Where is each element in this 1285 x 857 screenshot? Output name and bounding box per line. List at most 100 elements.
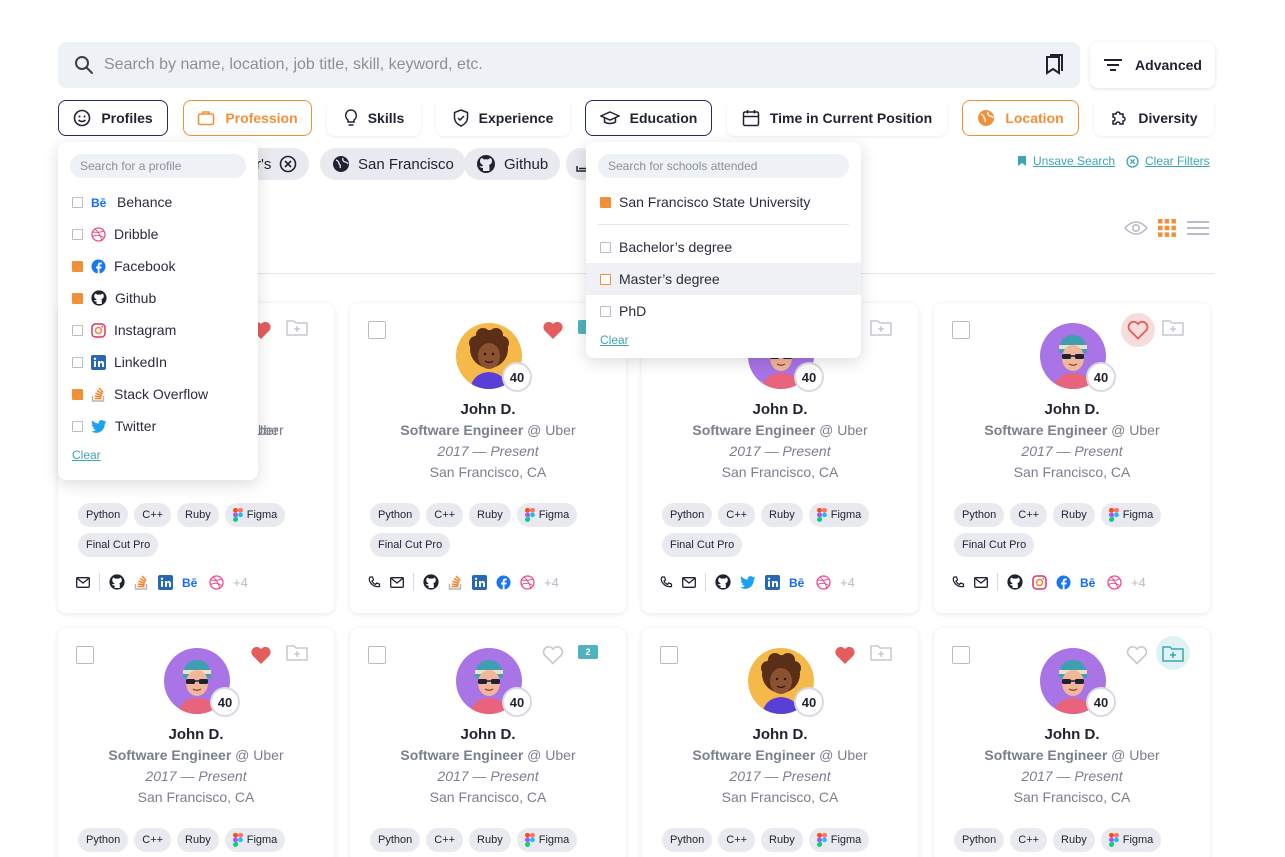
checkbox[interactable] — [72, 420, 83, 432]
advanced-button[interactable]: Advanced — [1090, 42, 1215, 88]
select-checkbox[interactable] — [368, 646, 386, 664]
facebook-icon[interactable] — [496, 575, 511, 590]
facebook-icon[interactable] — [1056, 575, 1071, 590]
add-to-folder-icon[interactable] — [1156, 636, 1190, 670]
github-icon[interactable] — [1007, 574, 1023, 590]
favorite-heart-icon[interactable] — [540, 642, 566, 668]
add-to-folder-icon[interactable] — [286, 644, 308, 661]
education-clear-link[interactable]: Clear — [586, 327, 861, 359]
checkbox[interactable] — [72, 324, 83, 336]
grid-view-icon[interactable] — [1158, 219, 1176, 237]
school-search-field[interactable] — [598, 154, 849, 178]
favorite-heart-icon[interactable] — [1124, 642, 1150, 668]
degree-option-bachelors[interactable]: Bachelor’s degree — [586, 231, 861, 263]
select-checkbox[interactable] — [952, 646, 970, 664]
folder-count-badge[interactable]: 2 — [578, 645, 598, 659]
profile-option[interactable]: Github — [58, 282, 258, 314]
select-checkbox[interactable] — [368, 321, 386, 339]
profile-search-field[interactable] — [70, 154, 246, 178]
favorite-heart-icon[interactable] — [1121, 313, 1155, 347]
behance-icon[interactable]: Bē — [182, 576, 200, 589]
checkbox[interactable] — [72, 196, 83, 208]
stack-overflow-icon[interactable] — [448, 574, 463, 590]
behance-icon[interactable]: Bē — [789, 576, 807, 589]
profile-option[interactable]: Instagram — [58, 314, 258, 346]
more-profiles-count[interactable]: +4 — [1131, 575, 1146, 590]
candidate-card[interactable]: 240John D.Software Engineer @ Uber2017 —… — [350, 628, 626, 857]
favorite-heart-icon[interactable] — [248, 642, 274, 668]
candidate-name[interactable]: John D. — [642, 726, 918, 743]
profile-search-input[interactable] — [80, 159, 236, 173]
mail-icon[interactable] — [390, 576, 404, 588]
select-checkbox[interactable] — [952, 321, 970, 339]
profile-option[interactable]: Stack Overflow — [58, 378, 258, 410]
checkbox[interactable] — [600, 305, 611, 317]
candidate-card[interactable]: 40 John D. Software Engineer @ Uber 2017 — … — [934, 628, 1210, 857]
mail-icon[interactable] — [682, 576, 696, 588]
profile-option[interactable]: Dribble — [58, 218, 258, 250]
checkbox[interactable] — [72, 292, 83, 304]
select-checkbox[interactable] — [660, 646, 678, 664]
behance-icon[interactable]: Bē — [1080, 576, 1098, 589]
dribbble-icon[interactable] — [816, 574, 831, 590]
chip-github[interactable]: Github — [464, 148, 561, 180]
favorite-heart-icon[interactable] — [832, 642, 858, 668]
search-bar[interactable] — [58, 42, 1080, 88]
filter-skills[interactable]: Skills — [327, 100, 421, 136]
linkedin-icon[interactable] — [158, 574, 173, 590]
candidate-card[interactable]: 240John D.Software Engineer @ Uber2017 —… — [350, 303, 626, 613]
profile-option[interactable]: LinkedIn — [58, 346, 258, 378]
bookmark-icon[interactable] — [1044, 54, 1064, 76]
filter-education[interactable]: Education — [585, 100, 712, 136]
twitter-icon[interactable] — [740, 575, 756, 589]
filter-profiles[interactable]: Profiles — [58, 100, 168, 136]
chip-san-francisco[interactable]: San Francisco — [320, 148, 466, 180]
degree-option-masters[interactable]: Master’s degree — [586, 263, 861, 295]
candidate-name[interactable]: John D. — [642, 401, 918, 418]
filter-location[interactable]: Location — [962, 100, 1079, 136]
profile-option[interactable]: Facebook — [58, 250, 258, 282]
unsave-search-link[interactable]: Unsave Search — [1017, 154, 1115, 168]
add-to-folder-icon[interactable] — [870, 319, 892, 336]
school-search-input[interactable] — [608, 159, 839, 173]
dribbble-icon[interactable] — [209, 574, 224, 590]
candidate-name[interactable]: John D. — [58, 726, 334, 743]
phone-icon[interactable] — [952, 575, 965, 589]
eye-icon[interactable] — [1124, 220, 1148, 236]
more-profiles-count[interactable]: +4 — [544, 575, 559, 590]
list-view-icon[interactable] — [1186, 220, 1210, 236]
checkbox[interactable] — [72, 228, 83, 240]
filter-profession[interactable]: Profession — [183, 100, 312, 136]
degree-option-phd[interactable]: PhD — [586, 295, 861, 327]
add-to-folder-icon[interactable] — [870, 644, 892, 661]
github-icon[interactable] — [423, 574, 439, 590]
candidate-name[interactable]: John D. — [934, 726, 1210, 743]
phone-icon[interactable] — [660, 575, 673, 589]
favorite-heart-icon[interactable] — [540, 317, 566, 343]
school-option-selected[interactable]: San Francisco State University — [586, 186, 861, 218]
candidate-name[interactable]: John D. — [934, 401, 1210, 418]
add-to-folder-icon[interactable] — [286, 319, 308, 336]
dribbble-icon[interactable] — [1107, 574, 1122, 590]
candidate-card[interactable]: 40 John D. Software Engineer @ Uber 2017 — … — [934, 303, 1210, 613]
candidate-name[interactable]: John D. — [350, 401, 626, 418]
phone-icon[interactable] — [368, 575, 381, 589]
instagram-icon[interactable] — [1032, 574, 1047, 590]
filter-experience[interactable]: Experience — [436, 100, 570, 136]
checkbox[interactable] — [72, 356, 83, 368]
github-icon[interactable] — [715, 574, 731, 590]
filter-time-in-position[interactable]: Time in Current Position — [727, 100, 947, 136]
checkbox[interactable] — [600, 273, 611, 285]
candidate-card[interactable]: 40 John D. Software Engineer @ Uber 2017 — … — [642, 628, 918, 857]
checkbox[interactable] — [72, 388, 83, 400]
profiles-clear-link[interactable]: Clear — [58, 442, 258, 474]
select-checkbox[interactable] — [76, 646, 94, 664]
profile-option[interactable]: Twitter — [58, 410, 258, 442]
filter-diversity[interactable]: Diversity — [1094, 100, 1214, 136]
mail-icon[interactable] — [76, 576, 90, 588]
add-to-folder-icon[interactable] — [1162, 319, 1184, 336]
stack-overflow-icon[interactable] — [134, 574, 149, 590]
profile-option[interactable]: Bē Behance — [58, 186, 258, 218]
linkedin-icon[interactable] — [472, 574, 487, 590]
more-profiles-count[interactable]: +4 — [233, 575, 248, 590]
